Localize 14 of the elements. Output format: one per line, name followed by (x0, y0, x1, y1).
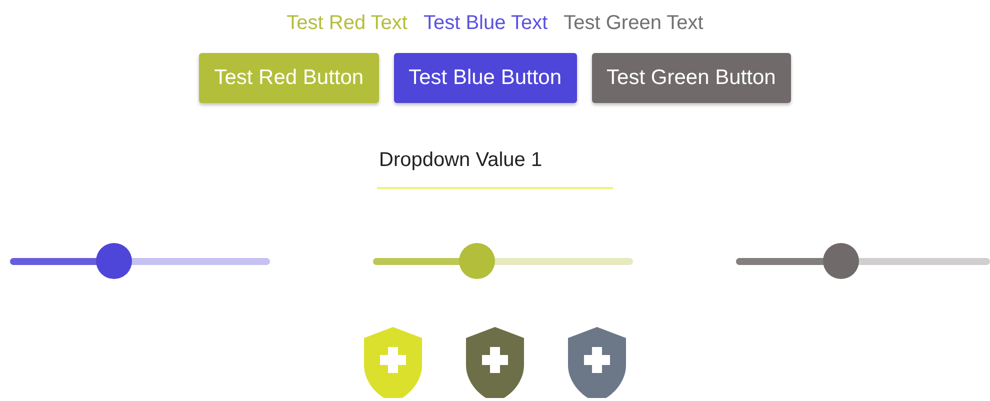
colored-text: Test Red Text (286, 11, 408, 36)
test-button[interactable]: Test Blue Button (394, 53, 577, 103)
dropdown[interactable]: Dropdown Value 1 (377, 143, 613, 189)
slider[interactable] (373, 243, 633, 279)
colored-text: Test Blue Text (423, 11, 548, 36)
colored-text: Test Green Text (564, 11, 704, 36)
test-button[interactable]: Test Green Button (592, 53, 791, 103)
slider[interactable] (10, 243, 270, 279)
slider-thumb[interactable] (459, 243, 495, 279)
slider-thumb[interactable] (823, 243, 860, 279)
shield-plus-icon[interactable] (567, 327, 627, 398)
slider-thumb[interactable] (96, 243, 132, 279)
shield-plus-icon[interactable] (465, 327, 525, 398)
slider[interactable] (736, 243, 990, 279)
